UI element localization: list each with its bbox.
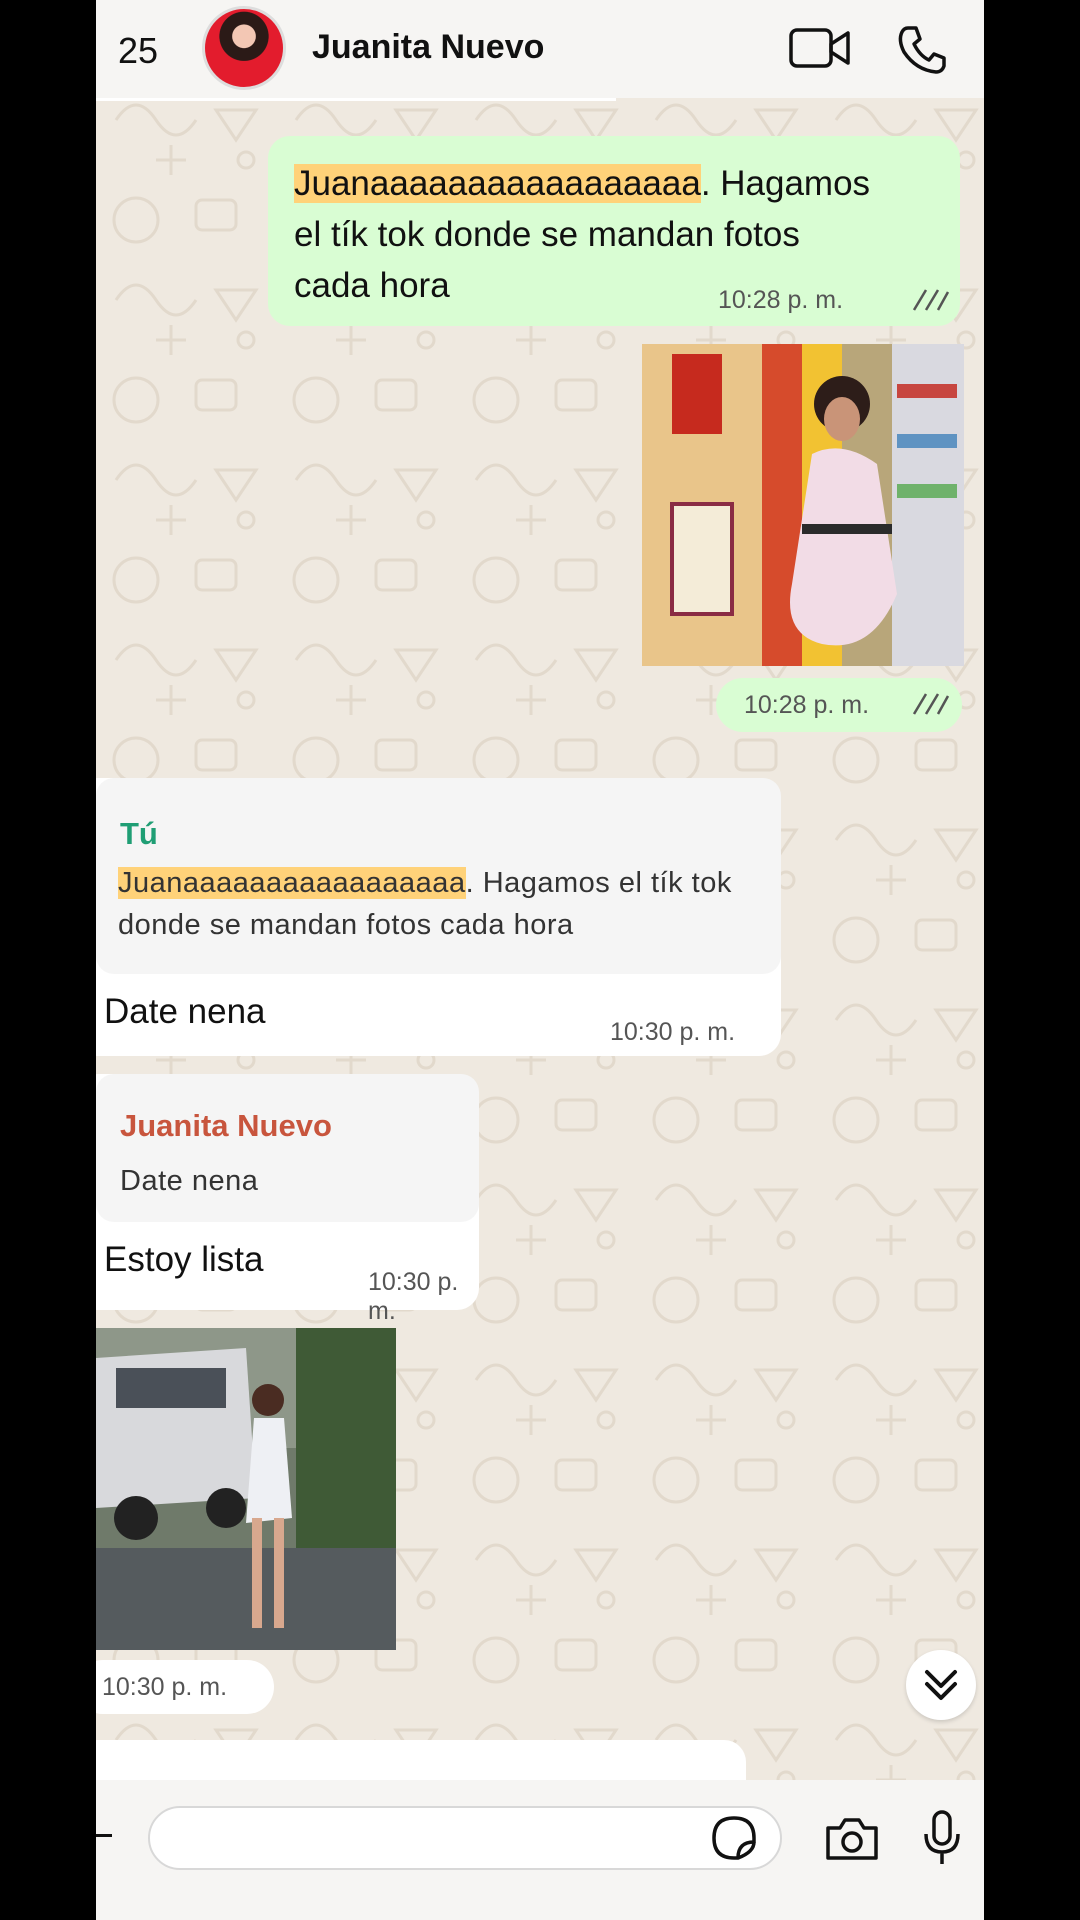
- sticker-icon[interactable]: [710, 1814, 758, 1862]
- quoted-message[interactable]: Juanita Nuevo Date nena: [96, 1074, 479, 1222]
- phone-icon[interactable]: [896, 24, 948, 81]
- message-timestamp: 10:30 p. m.: [102, 1673, 228, 1701]
- camera-icon[interactable]: [824, 1814, 880, 1862]
- photo-timestamp-pill: 10:30 p. m.: [96, 1660, 274, 1714]
- double-chevron-down-icon: [925, 1670, 957, 1700]
- quote-author: Tú: [120, 816, 158, 851]
- message-timestamp: 10:28 p. m.: [744, 691, 870, 719]
- incoming-photo[interactable]: [96, 1328, 396, 1650]
- header-divider: [96, 98, 616, 101]
- double-check-icon: [912, 289, 950, 311]
- outgoing-message[interactable]: Juanaaaaaaaaaaaaaaaaa. Hagamos el tík to…: [268, 136, 960, 326]
- quote-text-line: donde se mandan fotos cada hora: [118, 909, 574, 941]
- quoted-message[interactable]: Tú Juanaaaaaaaaaaaaaaaaa. Hagamos el tík…: [96, 778, 781, 974]
- message-input[interactable]: [148, 1806, 782, 1870]
- message-text: . Hagamos: [700, 164, 871, 203]
- message-text-line: el tík tok donde se mandan fotos: [294, 215, 800, 254]
- message-timestamp: 10:28 p. m.: [718, 286, 844, 314]
- photo-timestamp-pill: 10:28 p. m.: [716, 678, 962, 732]
- contact-avatar[interactable]: [202, 6, 286, 90]
- quote-text: Date nena: [120, 1165, 259, 1197]
- incoming-reply-message[interactable]: Juanita Nuevo Date nena Estoy lista 10:3…: [96, 1074, 479, 1325]
- quote-author: Juanita Nuevo: [120, 1108, 332, 1143]
- message-text: Estoy lista: [104, 1240, 264, 1279]
- incoming-reply-message[interactable]: Tú Juanaaaaaaaaaaaaaaaaa. Hagamos el tík…: [96, 778, 781, 1056]
- search-highlight: Juanaaaaaaaaaaaaaaaaa: [118, 867, 466, 899]
- quote-text: . Hagamos el tík tok: [465, 867, 732, 899]
- message-text: Date nena: [104, 992, 266, 1031]
- message-composer: [96, 1780, 984, 1920]
- contact-name[interactable]: Juanita Nuevo: [312, 28, 544, 67]
- message-text-line: cada hora: [294, 266, 450, 305]
- chat-screen: 25 Juanita Nuevo Juanaaaaaaaaaaaaaaaaa. …: [96, 0, 984, 1920]
- scroll-to-bottom-button[interactable]: [906, 1650, 976, 1720]
- back-unread-count[interactable]: 25: [118, 30, 158, 72]
- outgoing-photo[interactable]: [642, 344, 964, 666]
- microphone-icon[interactable]: [922, 1810, 962, 1866]
- double-check-icon: [912, 693, 950, 715]
- search-highlight: Juanaaaaaaaaaaaaaaaaa: [294, 164, 701, 203]
- chat-header: 25 Juanita Nuevo: [96, 0, 984, 98]
- message-timestamp: 10:30 p. m.: [610, 1018, 736, 1046]
- attach-button[interactable]: [96, 1834, 112, 1837]
- message-timestamp: 10:30 p. m.: [368, 1268, 459, 1325]
- video-camera-icon[interactable]: [788, 24, 852, 77]
